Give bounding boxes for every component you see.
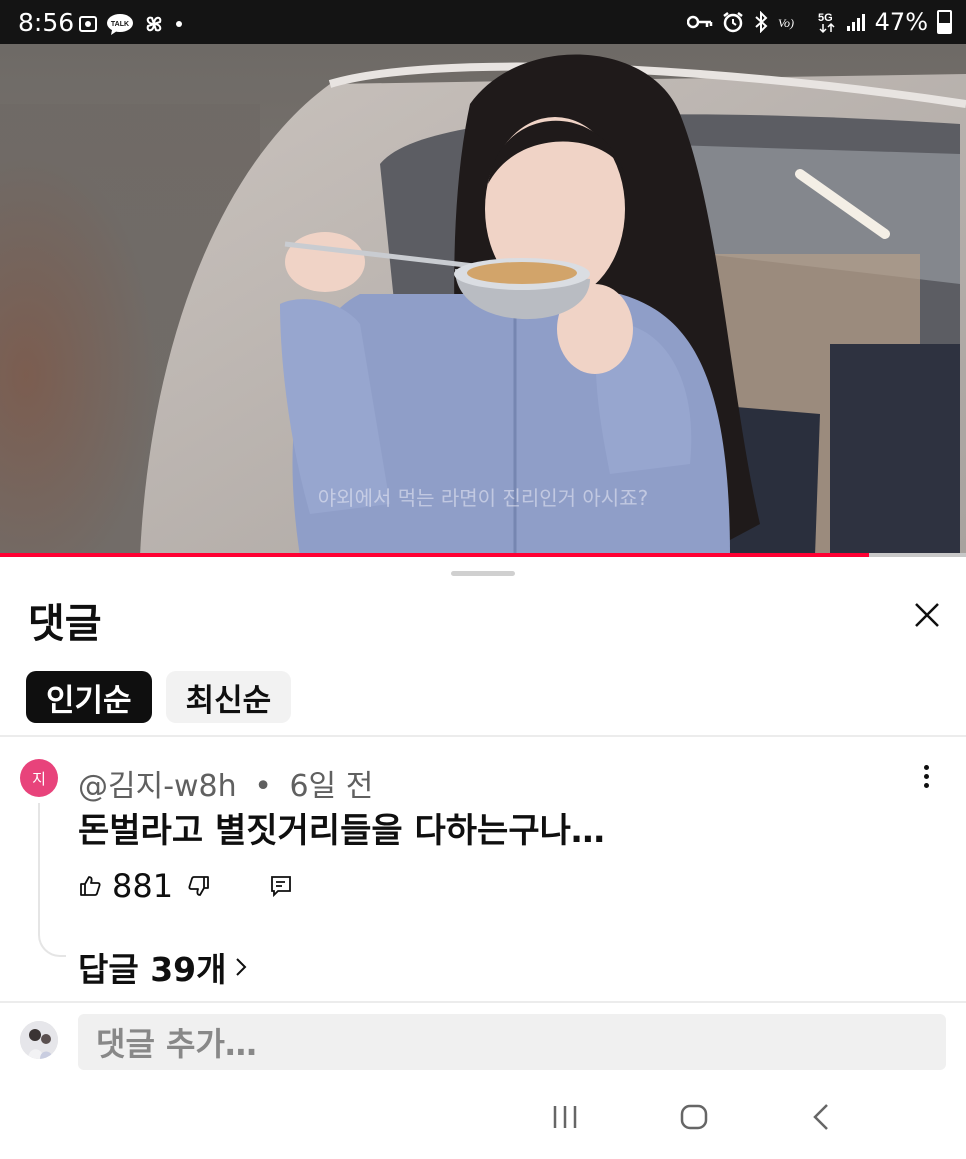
meta-separator: • xyxy=(254,769,272,804)
replies-label: 답글 39개 xyxy=(78,950,227,989)
screen-record-icon xyxy=(79,16,97,32)
system-icons: Vo) 5G 47% xyxy=(686,8,952,36)
status-time: 8:56 xyxy=(18,8,75,37)
like-count: 881 xyxy=(112,867,174,905)
svg-text:Vo): Vo) xyxy=(778,16,794,30)
comment-text: 돈벌라고 별짓거리들을 다하는구나… xyxy=(78,811,605,851)
avatar[interactable]: 지 xyxy=(20,759,58,797)
user-avatar[interactable] xyxy=(20,1021,58,1059)
thumbs-up-icon[interactable] xyxy=(78,874,102,898)
comment-author[interactable]: @김지-w8h xyxy=(78,769,237,804)
kakaotalk-icon: TALK xyxy=(107,14,133,35)
more-options-icon[interactable] xyxy=(918,765,934,791)
pinwheel-icon xyxy=(146,16,162,32)
sheet-title: 댓글 xyxy=(28,601,102,647)
video-subtitle: 야외에서 먹는 라면이 진리인거 아시죠? xyxy=(317,486,649,510)
battery-percent: 47% xyxy=(874,8,928,36)
bluetooth-icon xyxy=(754,11,768,33)
comment-meta: @김지-w8h • 6일 전 xyxy=(78,761,373,805)
divider xyxy=(0,1001,966,1003)
add-comment-input[interactable]: 댓글 추가… xyxy=(78,1014,946,1070)
android-nav-bar xyxy=(0,1080,966,1159)
chevron-right-icon xyxy=(235,958,246,976)
sheet-drag-handle[interactable] xyxy=(451,571,515,576)
comment-time: 6일 전 xyxy=(289,769,374,804)
vpn-key-icon xyxy=(686,15,712,29)
user-avatar-image xyxy=(20,1021,58,1059)
status-bar: 8:56 TALK Vo) 5G 47% xyxy=(0,0,966,44)
video-player[interactable]: 야외에서 먹는 라면이 진리인거 아시죠? xyxy=(0,44,966,556)
dot-icon xyxy=(176,21,182,27)
home-icon[interactable] xyxy=(679,1102,709,1132)
divider xyxy=(0,735,966,737)
back-icon[interactable] xyxy=(810,1102,832,1132)
close-icon[interactable] xyxy=(914,602,940,628)
reply-icon[interactable] xyxy=(269,874,293,898)
volte-icon: Vo) xyxy=(778,16,794,30)
sort-chips: 인기순 최신순 xyxy=(26,671,292,723)
svg-text:5G: 5G xyxy=(818,12,833,24)
signal-icon xyxy=(846,14,865,31)
thread-line xyxy=(38,803,66,957)
svg-text:TALK: TALK xyxy=(111,21,129,28)
sort-chip-popular[interactable]: 인기순 xyxy=(26,671,152,723)
recent-apps-icon[interactable] xyxy=(552,1102,578,1132)
view-replies-button[interactable]: 답글 39개 xyxy=(78,943,247,991)
notification-icons: TALK xyxy=(78,12,184,36)
sort-chip-newest[interactable]: 최신순 xyxy=(165,671,292,723)
5g-icon: 5G xyxy=(818,12,835,34)
battery-icon xyxy=(937,10,952,34)
comments-sheet: 댓글 인기순 최신순 지 @김지-w8h • 6일 전 돈벌라고 별짓거리들을 … xyxy=(0,557,966,1159)
thumbs-down-icon[interactable] xyxy=(187,874,211,898)
alarm-icon xyxy=(722,12,743,33)
comment-actions: 881 xyxy=(78,867,293,905)
video-frame xyxy=(0,44,966,556)
